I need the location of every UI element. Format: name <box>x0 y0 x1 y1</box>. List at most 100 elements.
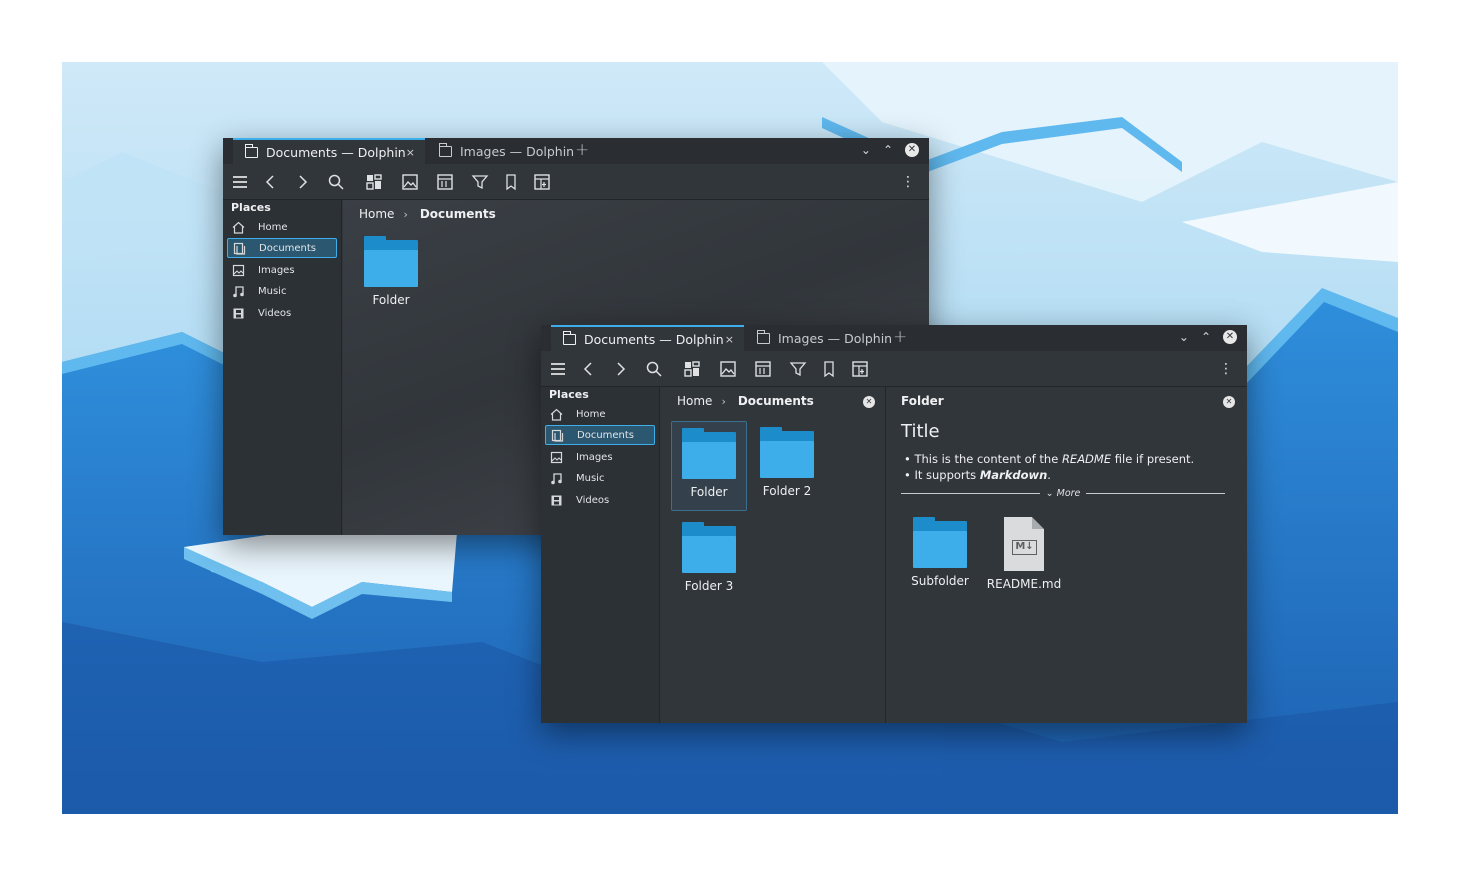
more-options-icon[interactable]: ⋮ <box>1219 360 1233 378</box>
minimize-button[interactable]: ⌄ <box>861 143 871 157</box>
sidebar-item-label: Images <box>258 264 295 276</box>
dolphin-window-front[interactable]: Documents — Dolphin × Images — Dolphin +… <box>541 325 1247 723</box>
folder-icon <box>913 517 967 568</box>
maximize-button[interactable]: ⌃ <box>1201 330 1211 344</box>
split-view-icon[interactable] <box>533 173 551 191</box>
icon-view-icon[interactable] <box>365 173 383 191</box>
window-icon <box>439 142 452 157</box>
file-item-label: Folder 2 <box>762 484 812 498</box>
sidebar-item-home[interactable]: Home <box>545 404 655 424</box>
close-tab-icon[interactable]: × <box>406 146 415 159</box>
file-item-folder-3[interactable]: Folder 3 <box>671 516 747 593</box>
filter-icon[interactable] <box>471 173 489 191</box>
details-view-icon[interactable] <box>754 360 772 378</box>
tab-label: Documents — Dolphin <box>266 144 406 160</box>
sidebar-item-label: Videos <box>576 494 610 506</box>
minimize-button[interactable]: ⌄ <box>1179 330 1189 344</box>
bookmark-icon[interactable] <box>502 173 520 191</box>
menu-icon[interactable] <box>549 360 567 378</box>
split-view-icon[interactable] <box>851 360 869 378</box>
markdown-mark: M↓ <box>1012 540 1037 555</box>
readme-list: This is the content of the README file i… <box>904 451 1194 483</box>
places-title: Places <box>549 388 589 401</box>
new-tab-button[interactable]: + <box>575 140 589 160</box>
sidebar-item-label: Videos <box>258 307 292 319</box>
window-icon <box>563 330 576 345</box>
breadcrumb-home[interactable]: Home <box>359 207 394 221</box>
preview-icon[interactable] <box>719 360 737 378</box>
videos-icon <box>232 307 245 320</box>
tab-label: Images — Dolphin <box>778 330 893 346</box>
file-view[interactable]: Home › Documents ✕ Folder Folder 2 Folde… <box>661 387 885 723</box>
close-window-button[interactable]: ✕ <box>905 143 919 157</box>
sidebar-item-music[interactable]: Music <box>545 468 655 488</box>
stage: Documents — Dolphin × Images — Dolphin +… <box>0 0 1460 876</box>
tab-bar: Documents — Dolphin × Images — Dolphin +… <box>541 325 1247 351</box>
close-window-button[interactable]: ✕ <box>1223 330 1237 344</box>
chevron-down-icon: ⌄ <box>1045 487 1054 499</box>
more-link[interactable]: ⌄ More <box>1046 488 1081 499</box>
sidebar-item-label: Images <box>576 451 613 463</box>
breadcrumb-current[interactable]: Documents <box>420 207 496 221</box>
music-icon <box>232 285 245 298</box>
file-item-label: Subfolder <box>911 574 969 588</box>
breadcrumb-home[interactable]: Home <box>677 394 712 408</box>
file-item-folder[interactable]: Folder <box>671 421 747 511</box>
back-icon[interactable] <box>262 173 280 191</box>
readme-emphasis: README <box>1061 452 1112 466</box>
markdown-file-icon: M↓ <box>1004 517 1044 571</box>
file-item-subfolder[interactable]: Subfolder <box>902 511 978 588</box>
breadcrumb: Home › Documents <box>677 394 814 408</box>
tab-documents[interactable]: Documents — Dolphin × <box>233 138 425 164</box>
places-sidebar: Places Home Documents Images Music Video… <box>541 387 660 723</box>
filter-icon[interactable] <box>789 360 807 378</box>
file-item-readme[interactable]: M↓ README.md <box>982 511 1066 591</box>
breadcrumb-separator: › <box>721 394 726 408</box>
more-options-icon[interactable]: ⋮ <box>901 173 915 191</box>
back-icon[interactable] <box>580 360 598 378</box>
sidebar-item-images[interactable]: Images <box>227 260 337 280</box>
information-panel: Folder ✕ Title This is the content of th… <box>885 387 1247 723</box>
sidebar-item-videos[interactable]: Videos <box>545 490 655 510</box>
close-view-button[interactable]: ✕ <box>863 396 875 408</box>
more-toggle[interactable]: ⌄ More <box>901 487 1226 499</box>
documents-icon <box>551 429 564 442</box>
bookmark-icon[interactable] <box>820 360 838 378</box>
sidebar-item-home[interactable]: Home <box>227 217 337 237</box>
tab-images[interactable]: Images — Dolphin <box>745 325 895 351</box>
readme-line: This is the content of the README file i… <box>904 451 1194 467</box>
file-item-label: README.md <box>986 577 1062 591</box>
search-icon[interactable] <box>327 173 345 191</box>
forward-icon[interactable] <box>293 173 311 191</box>
tab-documents[interactable]: Documents — Dolphin × <box>551 325 744 351</box>
sidebar-item-documents[interactable]: Documents <box>227 238 337 258</box>
sidebar-item-label: Music <box>576 472 605 484</box>
details-view-icon[interactable] <box>436 173 454 191</box>
new-tab-button[interactable]: + <box>893 327 907 347</box>
toolbar: ⋮ <box>541 351 1247 387</box>
sidebar-item-images[interactable]: Images <box>545 447 655 467</box>
forward-icon[interactable] <box>611 360 629 378</box>
breadcrumb: Home › Documents <box>359 207 496 221</box>
sidebar-item-documents[interactable]: Documents <box>545 425 655 445</box>
places-sidebar: Places Home Documents Images Music Video… <box>223 200 342 535</box>
file-item-folder-2[interactable]: Folder 2 <box>749 421 825 498</box>
maximize-button[interactable]: ⌃ <box>883 143 893 157</box>
close-panel-button[interactable]: ✕ <box>1223 396 1235 408</box>
close-tab-icon[interactable]: × <box>725 333 734 346</box>
search-icon[interactable] <box>645 360 663 378</box>
breadcrumb-current[interactable]: Documents <box>738 394 814 408</box>
sidebar-item-music[interactable]: Music <box>227 281 337 301</box>
file-item-folder[interactable]: Folder <box>353 230 429 307</box>
menu-icon[interactable] <box>231 173 249 191</box>
icon-view-icon[interactable] <box>683 360 701 378</box>
window-controls: ⌄ ⌃ ✕ <box>861 143 919 157</box>
window-controls: ⌄ ⌃ ✕ <box>1179 330 1237 344</box>
places-title: Places <box>231 201 271 214</box>
tab-images[interactable]: Images — Dolphin <box>427 138 577 164</box>
sidebar-item-videos[interactable]: Videos <box>227 303 337 323</box>
toolbar: ⋮ <box>223 164 929 200</box>
sidebar-item-label: Documents <box>577 429 635 441</box>
tab-label: Images — Dolphin <box>460 143 575 159</box>
preview-icon[interactable] <box>401 173 419 191</box>
